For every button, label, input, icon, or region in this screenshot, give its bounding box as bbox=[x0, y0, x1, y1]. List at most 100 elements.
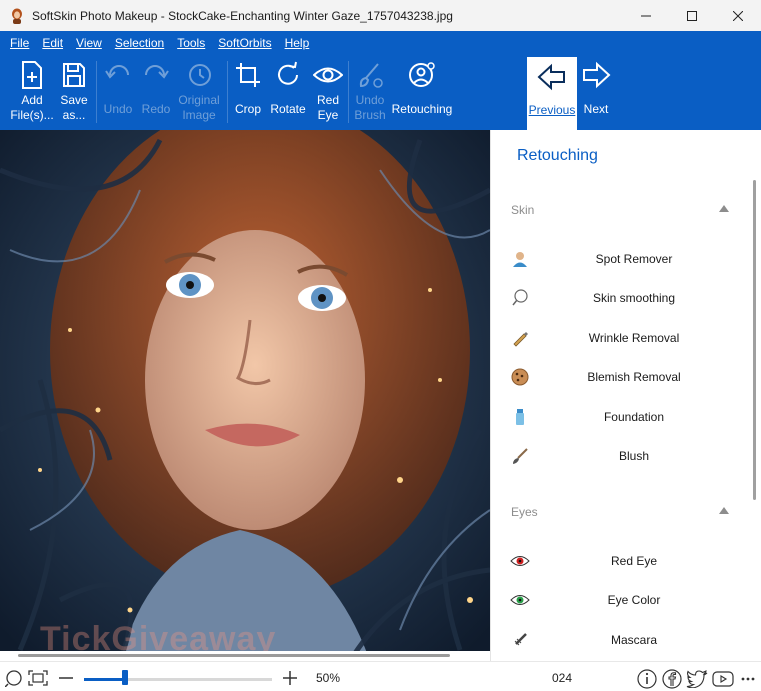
fit-screen-icon bbox=[28, 670, 48, 686]
add-files-label: Add File(s)... bbox=[10, 93, 54, 122]
portrait-photo bbox=[0, 130, 490, 661]
more-options-button[interactable] bbox=[738, 668, 758, 690]
undo-brush-label: Undo Brush bbox=[354, 93, 386, 122]
section-header-skin: Skin bbox=[511, 203, 535, 217]
menu-bar: File Edit View Selection Tools SoftOrbit… bbox=[0, 31, 761, 55]
red-eye-button[interactable]: Red Eye bbox=[312, 55, 344, 130]
close-button[interactable] bbox=[715, 0, 761, 31]
toolbar-divider bbox=[96, 61, 97, 123]
zoom-slider-fill bbox=[84, 678, 125, 681]
info-icon bbox=[637, 669, 657, 689]
menu-tools-label: Tools bbox=[177, 36, 206, 50]
save-as-button[interactable]: Save as... bbox=[58, 55, 90, 130]
fit-to-window-button[interactable] bbox=[27, 668, 49, 688]
zoom-slider-thumb[interactable] bbox=[122, 670, 128, 685]
maximize-button[interactable] bbox=[669, 0, 715, 31]
retouching-panel: Retouching Skin Spot Remover Skin smooth… bbox=[490, 130, 761, 661]
vertical-scrollbar-thumb[interactable] bbox=[753, 180, 756, 500]
tool-label: Mascara bbox=[610, 633, 657, 647]
app-logo-icon bbox=[12, 8, 22, 24]
undo-label: Undo bbox=[103, 102, 133, 116]
more-dots-icon bbox=[741, 677, 755, 681]
collapse-up-icon[interactable] bbox=[719, 205, 729, 212]
minimize-button[interactable] bbox=[623, 0, 669, 31]
save-as-label: Save as... bbox=[60, 93, 88, 122]
next-label: Next bbox=[583, 102, 609, 116]
window-title: SoftSkin Photo Makeup - StockCake-Enchan… bbox=[32, 8, 453, 23]
twitter-button[interactable] bbox=[685, 668, 709, 690]
toolbar: Add File(s)... Save as... Undo Redo Orig… bbox=[0, 55, 761, 130]
tool-wrinkle-removal[interactable]: Wrinkle Removal bbox=[509, 325, 739, 351]
previous-button[interactable]: Previous bbox=[527, 57, 577, 130]
redo-icon bbox=[145, 65, 169, 79]
tool-label: Foundation bbox=[603, 410, 665, 424]
add-files-button[interactable]: Add File(s)... bbox=[10, 55, 54, 130]
maximize-icon bbox=[687, 10, 697, 21]
minus-icon bbox=[59, 677, 73, 679]
history-icon bbox=[189, 64, 211, 86]
undo-button[interactable]: Undo bbox=[101, 55, 135, 130]
brush-undo-icon bbox=[359, 63, 383, 88]
crop-button[interactable]: Crop bbox=[232, 55, 264, 130]
next-button[interactable]: Next bbox=[580, 55, 612, 130]
arrow-right-icon bbox=[583, 61, 611, 89]
title-bar: SoftSkin Photo Makeup - StockCake-Enchan… bbox=[0, 0, 761, 31]
horizontal-scrollbar-thumb[interactable] bbox=[18, 654, 450, 657]
toolbar-divider bbox=[348, 61, 349, 123]
youtube-icon bbox=[712, 671, 734, 687]
zoom-magnifier-icon bbox=[5, 670, 22, 687]
rotate-button[interactable]: Rotate bbox=[268, 55, 308, 130]
tool-label: Eye Color bbox=[607, 593, 661, 607]
save-icon bbox=[63, 63, 85, 87]
tool-label: Spot Remover bbox=[595, 252, 673, 266]
menu-file[interactable]: File bbox=[10, 36, 29, 50]
info-button[interactable] bbox=[636, 668, 658, 690]
menu-softorbits[interactable]: SoftOrbits bbox=[218, 36, 271, 50]
menu-selection-label: Selection bbox=[114, 36, 165, 50]
menu-edit[interactable]: Edit bbox=[42, 36, 63, 50]
menu-file-label: File bbox=[10, 36, 30, 50]
menu-view-label: View bbox=[76, 36, 102, 50]
rotate-icon bbox=[278, 61, 298, 85]
menu-view[interactable]: View bbox=[76, 36, 102, 50]
crop-icon bbox=[236, 63, 260, 87]
facebook-button[interactable] bbox=[661, 668, 683, 690]
tool-skin-smoothing[interactable]: Skin smoothing bbox=[509, 285, 739, 311]
zoom-search-button[interactable] bbox=[4, 668, 24, 688]
collapse-up-icon[interactable] bbox=[719, 507, 729, 514]
menu-edit-label: Edit bbox=[42, 36, 64, 50]
retouching-label: Retouching bbox=[391, 102, 453, 116]
minimize-icon bbox=[641, 15, 651, 16]
zoom-out-button[interactable] bbox=[56, 668, 76, 688]
original-image-button[interactable]: Original Image bbox=[176, 55, 222, 130]
tool-blush[interactable]: Blush bbox=[509, 443, 739, 469]
add-file-icon bbox=[22, 61, 42, 89]
retouching-button[interactable]: Retouching bbox=[390, 55, 454, 130]
menu-help[interactable]: Help bbox=[285, 36, 310, 50]
horizontal-scrollbar[interactable] bbox=[0, 651, 490, 661]
tool-eye-color[interactable]: Eye Color bbox=[509, 587, 739, 613]
undo-icon bbox=[105, 65, 129, 79]
menu-help-label: Help bbox=[284, 36, 310, 50]
undo-brush-button[interactable]: Undo Brush bbox=[352, 55, 388, 130]
youtube-button[interactable] bbox=[711, 668, 735, 690]
menu-tools[interactable]: Tools bbox=[177, 36, 205, 50]
section-header-eyes: Eyes bbox=[511, 505, 538, 519]
tool-mascara[interactable]: Mascara bbox=[509, 627, 739, 653]
rotate-label: Rotate bbox=[270, 102, 306, 116]
zoom-in-button[interactable] bbox=[280, 668, 300, 688]
image-canvas[interactable]: TickGiveaway bbox=[0, 130, 490, 661]
menu-selection[interactable]: Selection bbox=[115, 36, 164, 50]
panel-title: Retouching bbox=[517, 147, 598, 164]
tool-red-eye[interactable]: Red Eye bbox=[509, 548, 739, 574]
tool-foundation[interactable]: Foundation bbox=[509, 404, 739, 430]
redo-label: Redo bbox=[141, 102, 171, 116]
facebook-icon bbox=[662, 669, 682, 689]
red-eye-label: Red Eye bbox=[316, 93, 339, 122]
redo-button[interactable]: Redo bbox=[139, 55, 173, 130]
previous-label: Previous bbox=[528, 103, 576, 117]
tool-label: Red Eye bbox=[610, 554, 658, 568]
tool-blemish-removal[interactable]: Blemish Removal bbox=[509, 364, 739, 390]
tool-spot-remover[interactable]: Spot Remover bbox=[509, 246, 739, 272]
zoom-percent: 50% bbox=[316, 671, 341, 685]
